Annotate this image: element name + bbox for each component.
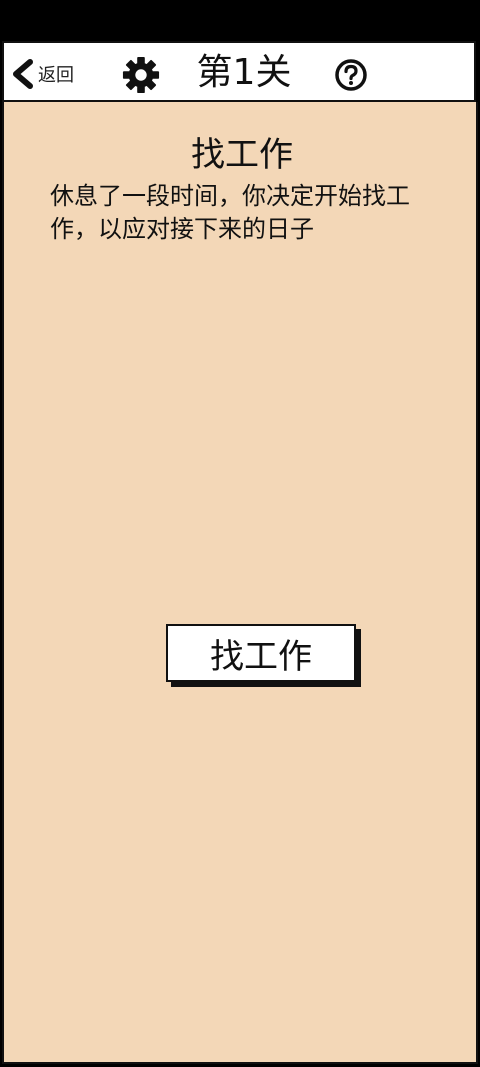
scene-title: 找工作 (191, 135, 293, 175)
game-screen: 返回 第1关 找工作 休息了一段时间，你决定开始找工作，以应对接下来的日子 找工… (0, 0, 480, 1067)
scene-panel: 找工作 休息了一段时间，你决定开始找工作，以应对接下来的日子 找工作 (2, 102, 478, 1064)
back-button[interactable]: 返回 (10, 56, 74, 92)
top-bar: 返回 第1关 (2, 41, 476, 102)
find-job-button[interactable]: 找工作 (166, 624, 356, 682)
gear-icon[interactable] (122, 56, 160, 94)
back-label: 返回 (38, 65, 74, 86)
question-circle-icon[interactable] (334, 58, 368, 92)
level-title: 第1关 (196, 52, 292, 93)
scene-description: 休息了一段时间，你决定开始找工作，以应对接下来的日子 (50, 182, 410, 243)
chevron-left-icon (13, 59, 33, 89)
